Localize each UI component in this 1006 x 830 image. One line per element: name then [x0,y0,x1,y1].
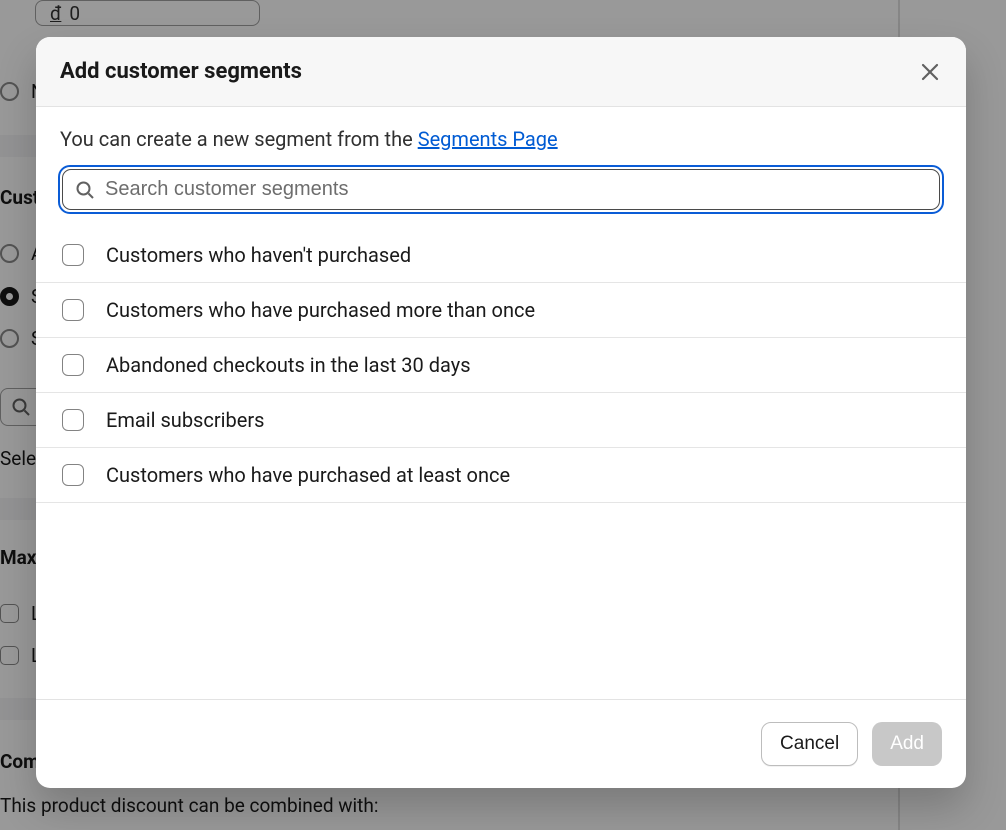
cancel-button[interactable]: Cancel [761,722,858,766]
segment-label: Abandoned checkouts in the last 30 days [106,353,471,377]
search-focus-ring [58,165,944,214]
add-segments-modal: Add customer segments You can create a n… [36,37,966,788]
segment-label: Customers who have purchased more than o… [106,298,535,322]
modal-footer: Cancel Add [36,699,966,788]
close-icon [918,60,942,84]
segment-row[interactable]: Customers who have purchased more than o… [36,283,966,338]
search-icon [75,180,95,200]
close-button[interactable] [918,60,942,84]
hint-row: You can create a new segment from the Se… [36,107,966,165]
segments-page-link[interactable]: Segments Page [418,127,558,151]
segment-checkbox[interactable] [62,354,84,376]
search-input[interactable] [105,178,927,201]
search-wrapper [36,165,966,228]
segment-row[interactable]: Customers who haven't purchased [36,228,966,283]
segment-label: Customers who haven't purchased [106,243,411,267]
segment-row[interactable]: Customers who have purchased at least on… [36,448,966,503]
add-button[interactable]: Add [872,722,942,766]
segment-checkbox[interactable] [62,464,84,486]
hint-text: You can create a new segment from the [60,127,418,151]
segment-checkbox[interactable] [62,409,84,431]
modal-title: Add customer segments [60,59,302,84]
segment-label: Customers who have purchased at least on… [106,463,510,487]
segment-row[interactable]: Email subscribers [36,393,966,448]
segment-checkbox[interactable] [62,244,84,266]
modal-body: You can create a new segment from the Se… [36,107,966,699]
search-field[interactable] [62,169,940,210]
segment-list: Customers who haven't purchased Customer… [36,228,966,503]
segment-row[interactable]: Abandoned checkouts in the last 30 days [36,338,966,393]
modal-header: Add customer segments [36,37,966,107]
segment-label: Email subscribers [106,408,264,432]
segment-checkbox[interactable] [62,299,84,321]
